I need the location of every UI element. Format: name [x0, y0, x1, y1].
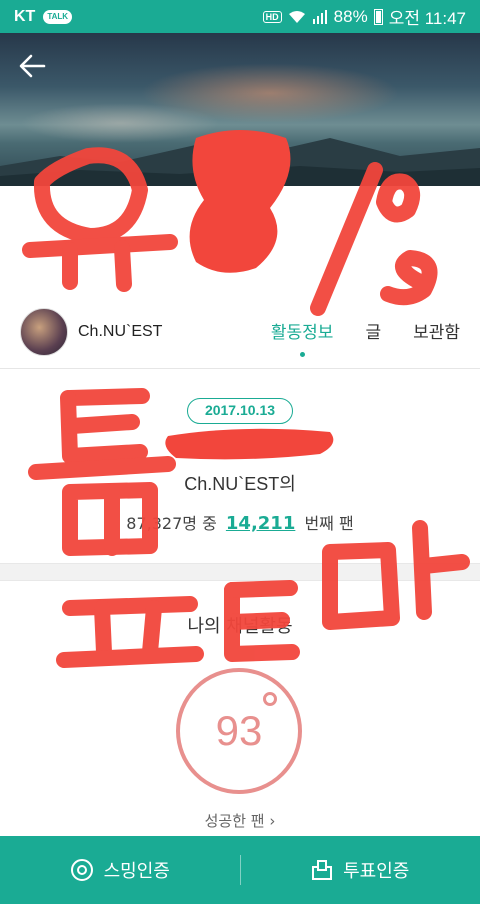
rank-prefix: 87,327명 중	[126, 514, 217, 533]
battery-icon	[373, 8, 383, 25]
channel-fan-line: Ch.NU`EST의	[184, 474, 296, 494]
carrier-label: KT	[14, 7, 36, 25]
channel-banner	[0, 33, 480, 186]
degree-icon	[263, 692, 277, 706]
fan-rank-number[interactable]: 14,211	[226, 513, 295, 534]
activity-score: 93	[215, 707, 263, 754]
activity-title: 나의 채널활동	[187, 616, 293, 637]
signal-icon	[312, 9, 327, 24]
streaming-verify-label: 스밍인증	[103, 861, 170, 882]
hd-icon: HD	[262, 10, 282, 23]
fan-rank-line: 87,327명 중 14,211 번째 팬	[0, 510, 480, 534]
vote-verify-button[interactable]: 투표인증	[241, 836, 480, 904]
status-indicators: HD 88% 오전 11:47	[262, 4, 466, 29]
battery-percent: 88%	[333, 6, 368, 26]
kakaotalk-icon: TALK	[43, 9, 73, 24]
activity-score-gauge[interactable]: 93	[176, 668, 302, 794]
join-date-badge: 2017.10.13	[187, 398, 293, 424]
ballot-icon	[312, 860, 333, 880]
arrow-left-icon[interactable]	[14, 48, 50, 84]
clock: 오전 11:47	[388, 9, 466, 28]
bottom-action-bar: 스밍인증 투표인증	[0, 836, 480, 904]
successful-fan-link[interactable]: 성공한 팬 ›	[0, 810, 480, 831]
channel-avatar[interactable]	[20, 308, 68, 356]
section-separator	[0, 563, 480, 581]
status-bar: KT TALK HD 88% 오전 11:47	[0, 0, 480, 33]
channel-name: Ch.NU`EST	[78, 323, 163, 340]
divider	[0, 368, 480, 369]
profile-tabs: 활동정보 글 보관함	[271, 318, 460, 357]
vote-verify-label: 투표인증	[343, 861, 410, 882]
user-name-redacted	[170, 440, 310, 460]
wifi-icon	[288, 10, 305, 23]
tab-archive[interactable]: 보관함	[413, 318, 460, 347]
streaming-verify-button[interactable]: 스밍인증	[0, 836, 240, 904]
profile-row: Ch.NU`EST 활동정보 글 보관함	[0, 306, 480, 358]
disc-icon	[70, 859, 93, 881]
tab-posts[interactable]: 글	[365, 318, 381, 347]
tab-activity-info[interactable]: 활동정보	[271, 318, 333, 357]
banner-mountains	[0, 138, 480, 186]
rank-suffix: 번째 팬	[304, 514, 354, 533]
